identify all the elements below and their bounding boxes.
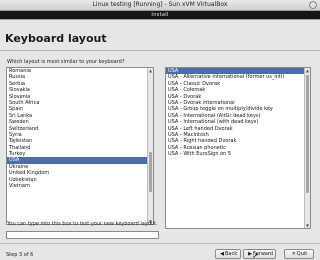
install-label[interactable]: Install — [0, 11, 320, 19]
footer-divider — [0, 243, 320, 244]
page-title: Keyboard layout — [5, 32, 107, 45]
scroll-up-icon[interactable]: ▲ — [305, 68, 310, 73]
layout-scroll-thumb[interactable] — [149, 152, 152, 192]
layout-list-item[interactable]: Vietnam — [7, 183, 153, 189]
variant-list[interactable]: USA USA - Alternative international (form… — [165, 67, 311, 229]
layout-question: Which layout is most similar to your key… — [7, 59, 125, 65]
quit-button[interactable]: ✕Quit — [284, 249, 314, 259]
back-button[interactable]: ◀Back — [215, 249, 241, 259]
scroll-up-icon[interactable]: ▲ — [148, 68, 153, 73]
installer-dialog: Keyboard layout Which layout is most sim… — [0, 19, 320, 260]
layout-list-scrollbar[interactable]: ▲ ▼ — [147, 68, 153, 224]
test-box-label: You can type into this box to test your … — [7, 221, 158, 227]
keyboard-test-input[interactable] — [6, 231, 159, 239]
scroll-down-icon[interactable]: ▼ — [305, 223, 310, 228]
guest-screen: Install Keyboard layout Which layout is … — [0, 11, 320, 260]
window-title: Linux testing [Running] - Sun xVM Virtua… — [92, 1, 228, 8]
variant-list-item[interactable]: USA - With EuroSign on 5 — [166, 151, 310, 157]
quit-label: Quit — [296, 251, 308, 257]
window-close-button[interactable] — [309, 1, 317, 9]
host-window-titlebar: Linux testing [Running] - Sun xVM Virtua… — [0, 0, 320, 11]
title-divider — [0, 50, 320, 51]
step-indicator: Step 3 of 6 — [6, 252, 34, 258]
back-label: Back — [225, 251, 238, 257]
layout-list[interactable]: Romania Russia Serbia Slovakia Slovenia South… — [6, 67, 154, 225]
install-taskbar: Install — [0, 11, 320, 19]
variant-scroll-thumb[interactable] — [306, 75, 309, 193]
variant-list-scrollbar[interactable]: ▲ ▼ — [304, 68, 310, 228]
